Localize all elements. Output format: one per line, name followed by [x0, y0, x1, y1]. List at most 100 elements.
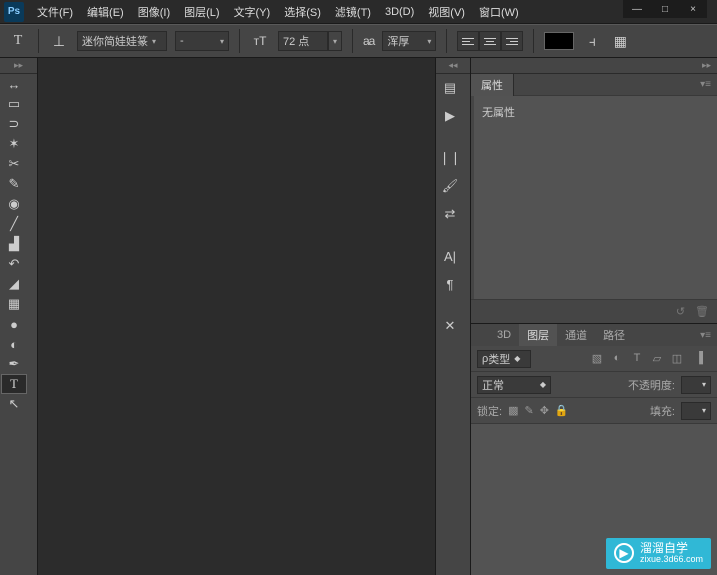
history-icon[interactable]: ▤ — [437, 76, 463, 100]
maximize-button[interactable]: □ — [651, 0, 679, 18]
font-size-value[interactable]: 72 点 — [278, 31, 328, 51]
close-button[interactable]: × — [679, 0, 707, 18]
font-style-dropdown[interactable]: -▾ — [175, 31, 229, 51]
filter-shape-icon[interactable]: ▱ — [649, 352, 665, 365]
character-icon[interactable]: A| — [437, 244, 463, 268]
minimize-button[interactable]: — — [623, 0, 651, 18]
lock-transparency-icon[interactable]: ▩ — [508, 404, 518, 417]
menu-bar: Ps 文件(F) 编辑(E) 图像(I) 图层(L) 文字(Y) 选择(S) 滤… — [0, 0, 717, 24]
panel-menu-icon[interactable]: ▾≡ — [700, 79, 717, 90]
align-right-button[interactable] — [501, 31, 523, 51]
paragraph-icon[interactable]: ¶ — [437, 272, 463, 296]
marquee-tool[interactable]: ▭ — [1, 94, 27, 114]
character-panel-button[interactable]: ▦ — [610, 29, 630, 53]
reset-icon[interactable]: ↺ — [676, 305, 685, 318]
options-bar: T ⊥ 迷你简娃娃篆▾ -▾ тT 72 点 ▾ aa 浑厚▾ ⫞ ▦ — [0, 24, 717, 58]
tab-3d[interactable]: 3D — [489, 326, 519, 344]
filter-pixel-icon[interactable]: ▧ — [589, 352, 605, 365]
opacity-label: 不透明度: — [628, 377, 675, 393]
menu-image[interactable]: 图像(I) — [131, 1, 177, 23]
stamp-tool[interactable]: ▟ — [1, 234, 27, 254]
lasso-tool[interactable]: ⊃ — [1, 114, 27, 134]
crop-tool[interactable]: ✂ — [1, 154, 27, 174]
tools-icon[interactable]: ✕ — [437, 314, 463, 338]
tab-layers[interactable]: 图层 — [519, 324, 557, 346]
dodge-tool[interactable]: ◐ — [1, 334, 27, 354]
menu-type[interactable]: 文字(Y) — [227, 1, 278, 23]
menu-view[interactable]: 视图(V) — [421, 1, 472, 23]
fill-label: 填充: — [650, 403, 675, 419]
antialias-dropdown[interactable]: 浑厚▾ — [382, 31, 436, 51]
antialias-value: 浑厚 — [387, 33, 409, 49]
menu-select[interactable]: 选择(S) — [277, 1, 328, 23]
lock-all-icon[interactable]: 🔒 — [555, 404, 569, 417]
filter-type-icon[interactable]: T — [629, 352, 645, 365]
history-brush-tool[interactable]: ↶ — [1, 254, 27, 274]
align-center-button[interactable] — [479, 31, 501, 51]
delete-icon[interactable]: 🗑 — [695, 305, 709, 318]
clone-source-icon[interactable]: ⇄ — [437, 202, 463, 226]
tab-channels[interactable]: 通道 — [557, 324, 595, 346]
menu-filter[interactable]: 滤镜(T) — [328, 1, 378, 23]
menu-file[interactable]: 文件(F) — [30, 1, 80, 23]
warp-text-button[interactable]: ⫞ — [582, 29, 602, 53]
brushes-icon[interactable]: ❘❘ — [437, 146, 463, 170]
workspace: ▸▸ ↔ ▭ ⊃ ✶ ✂ ✎ ◉ ╱ ▟ ↶ ◢ ▦ ● ◐ ✒ T ↖ ◂◂ … — [0, 58, 717, 575]
lock-fill-row: 锁定: ▩ ✎ ✥ 🔒 填充: ▾ — [471, 398, 717, 424]
no-properties-label: 无属性 — [482, 107, 515, 119]
path-select-tool[interactable]: ↖ — [1, 394, 27, 414]
dock-collapse-handle[interactable]: ◂◂ — [436, 58, 470, 74]
layer-filter-row: ρ 类型 ◆ ▧ ◐ T ▱ ◫ ▌ — [471, 346, 717, 372]
menu-window[interactable]: 窗口(W) — [472, 1, 526, 23]
font-size-dropdown-arrow[interactable]: ▾ — [328, 31, 342, 51]
spot-heal-tool[interactable]: ◉ — [1, 194, 27, 214]
font-size-icon: тT — [250, 29, 270, 53]
filter-adjust-icon[interactable]: ◐ — [609, 352, 625, 365]
eraser-tool[interactable]: ◢ — [1, 274, 27, 294]
text-color-swatch[interactable] — [544, 32, 574, 50]
brush-tool[interactable]: ╱ — [1, 214, 27, 234]
blend-opacity-row: 正常◆ 不透明度: ▾ — [471, 372, 717, 398]
brush-presets-icon[interactable]: 🖌 — [437, 174, 463, 198]
align-left-button[interactable] — [457, 31, 479, 51]
gradient-tool[interactable]: ▦ — [1, 294, 27, 314]
pen-tool[interactable]: ✒ — [1, 354, 27, 374]
menu-layer[interactable]: 图层(L) — [177, 1, 226, 23]
filter-toggle[interactable]: ▌ — [695, 352, 711, 365]
tool-preset-icon[interactable]: T — [8, 29, 28, 53]
right-panel-group: ▸▸ 属性 ▾≡ 无属性 ↺ 🗑 3D 图层 通道 路径 ▾≡ ρ 类型 ◆ — [471, 58, 717, 575]
layers-panel-tabs: 3D 图层 通道 路径 ▾≡ — [471, 324, 717, 346]
font-size-field[interactable]: 72 点 ▾ — [278, 31, 342, 51]
magic-wand-tool[interactable]: ✶ — [1, 134, 27, 154]
properties-panel-tabs: 属性 ▾≡ — [471, 74, 717, 96]
font-style-value: - — [180, 35, 184, 47]
right-collapse-handle[interactable]: ▸▸ — [471, 58, 717, 74]
fill-field[interactable]: ▾ — [681, 402, 711, 420]
window-controls: — □ × — [623, 0, 707, 18]
opacity-field[interactable]: ▾ — [681, 376, 711, 394]
tool-collapse-handle[interactable]: ▸▸ — [0, 58, 37, 74]
move-tool[interactable]: ↔ — [1, 74, 27, 94]
lock-position-icon[interactable]: ✥ — [540, 404, 549, 417]
actions-icon[interactable]: ▶ — [437, 104, 463, 128]
tool-panel: ▸▸ ↔ ▭ ⊃ ✶ ✂ ✎ ◉ ╱ ▟ ↶ ◢ ▦ ● ◐ ✒ T ↖ — [0, 58, 38, 575]
properties-tab[interactable]: 属性 — [471, 74, 514, 96]
orientation-icon[interactable]: ⊥ — [49, 29, 69, 53]
layer-filter-dropdown[interactable]: ρ 类型 ◆ — [477, 350, 531, 368]
filter-smart-icon[interactable]: ◫ — [669, 352, 685, 365]
blur-tool[interactable]: ● — [1, 314, 27, 334]
font-family-dropdown[interactable]: 迷你简娃娃篆▾ — [77, 31, 167, 51]
antialias-label: aa — [363, 34, 374, 48]
tab-paths[interactable]: 路径 — [595, 324, 633, 346]
menu-3d[interactable]: 3D(D) — [378, 3, 421, 21]
play-icon: ▶ — [614, 543, 634, 563]
type-tool[interactable]: T — [1, 374, 27, 394]
layers-menu-icon[interactable]: ▾≡ — [700, 330, 717, 341]
watermark: ▶ 溜溜自学 zixue.3d66.com — [606, 538, 711, 569]
eyedropper-tool[interactable]: ✎ — [1, 174, 27, 194]
document-canvas[interactable] — [38, 58, 435, 575]
blend-mode-dropdown[interactable]: 正常◆ — [477, 376, 551, 394]
menu-edit[interactable]: 编辑(E) — [80, 1, 131, 23]
lock-image-icon[interactable]: ✎ — [524, 404, 533, 417]
lock-label: 锁定: — [477, 403, 502, 419]
